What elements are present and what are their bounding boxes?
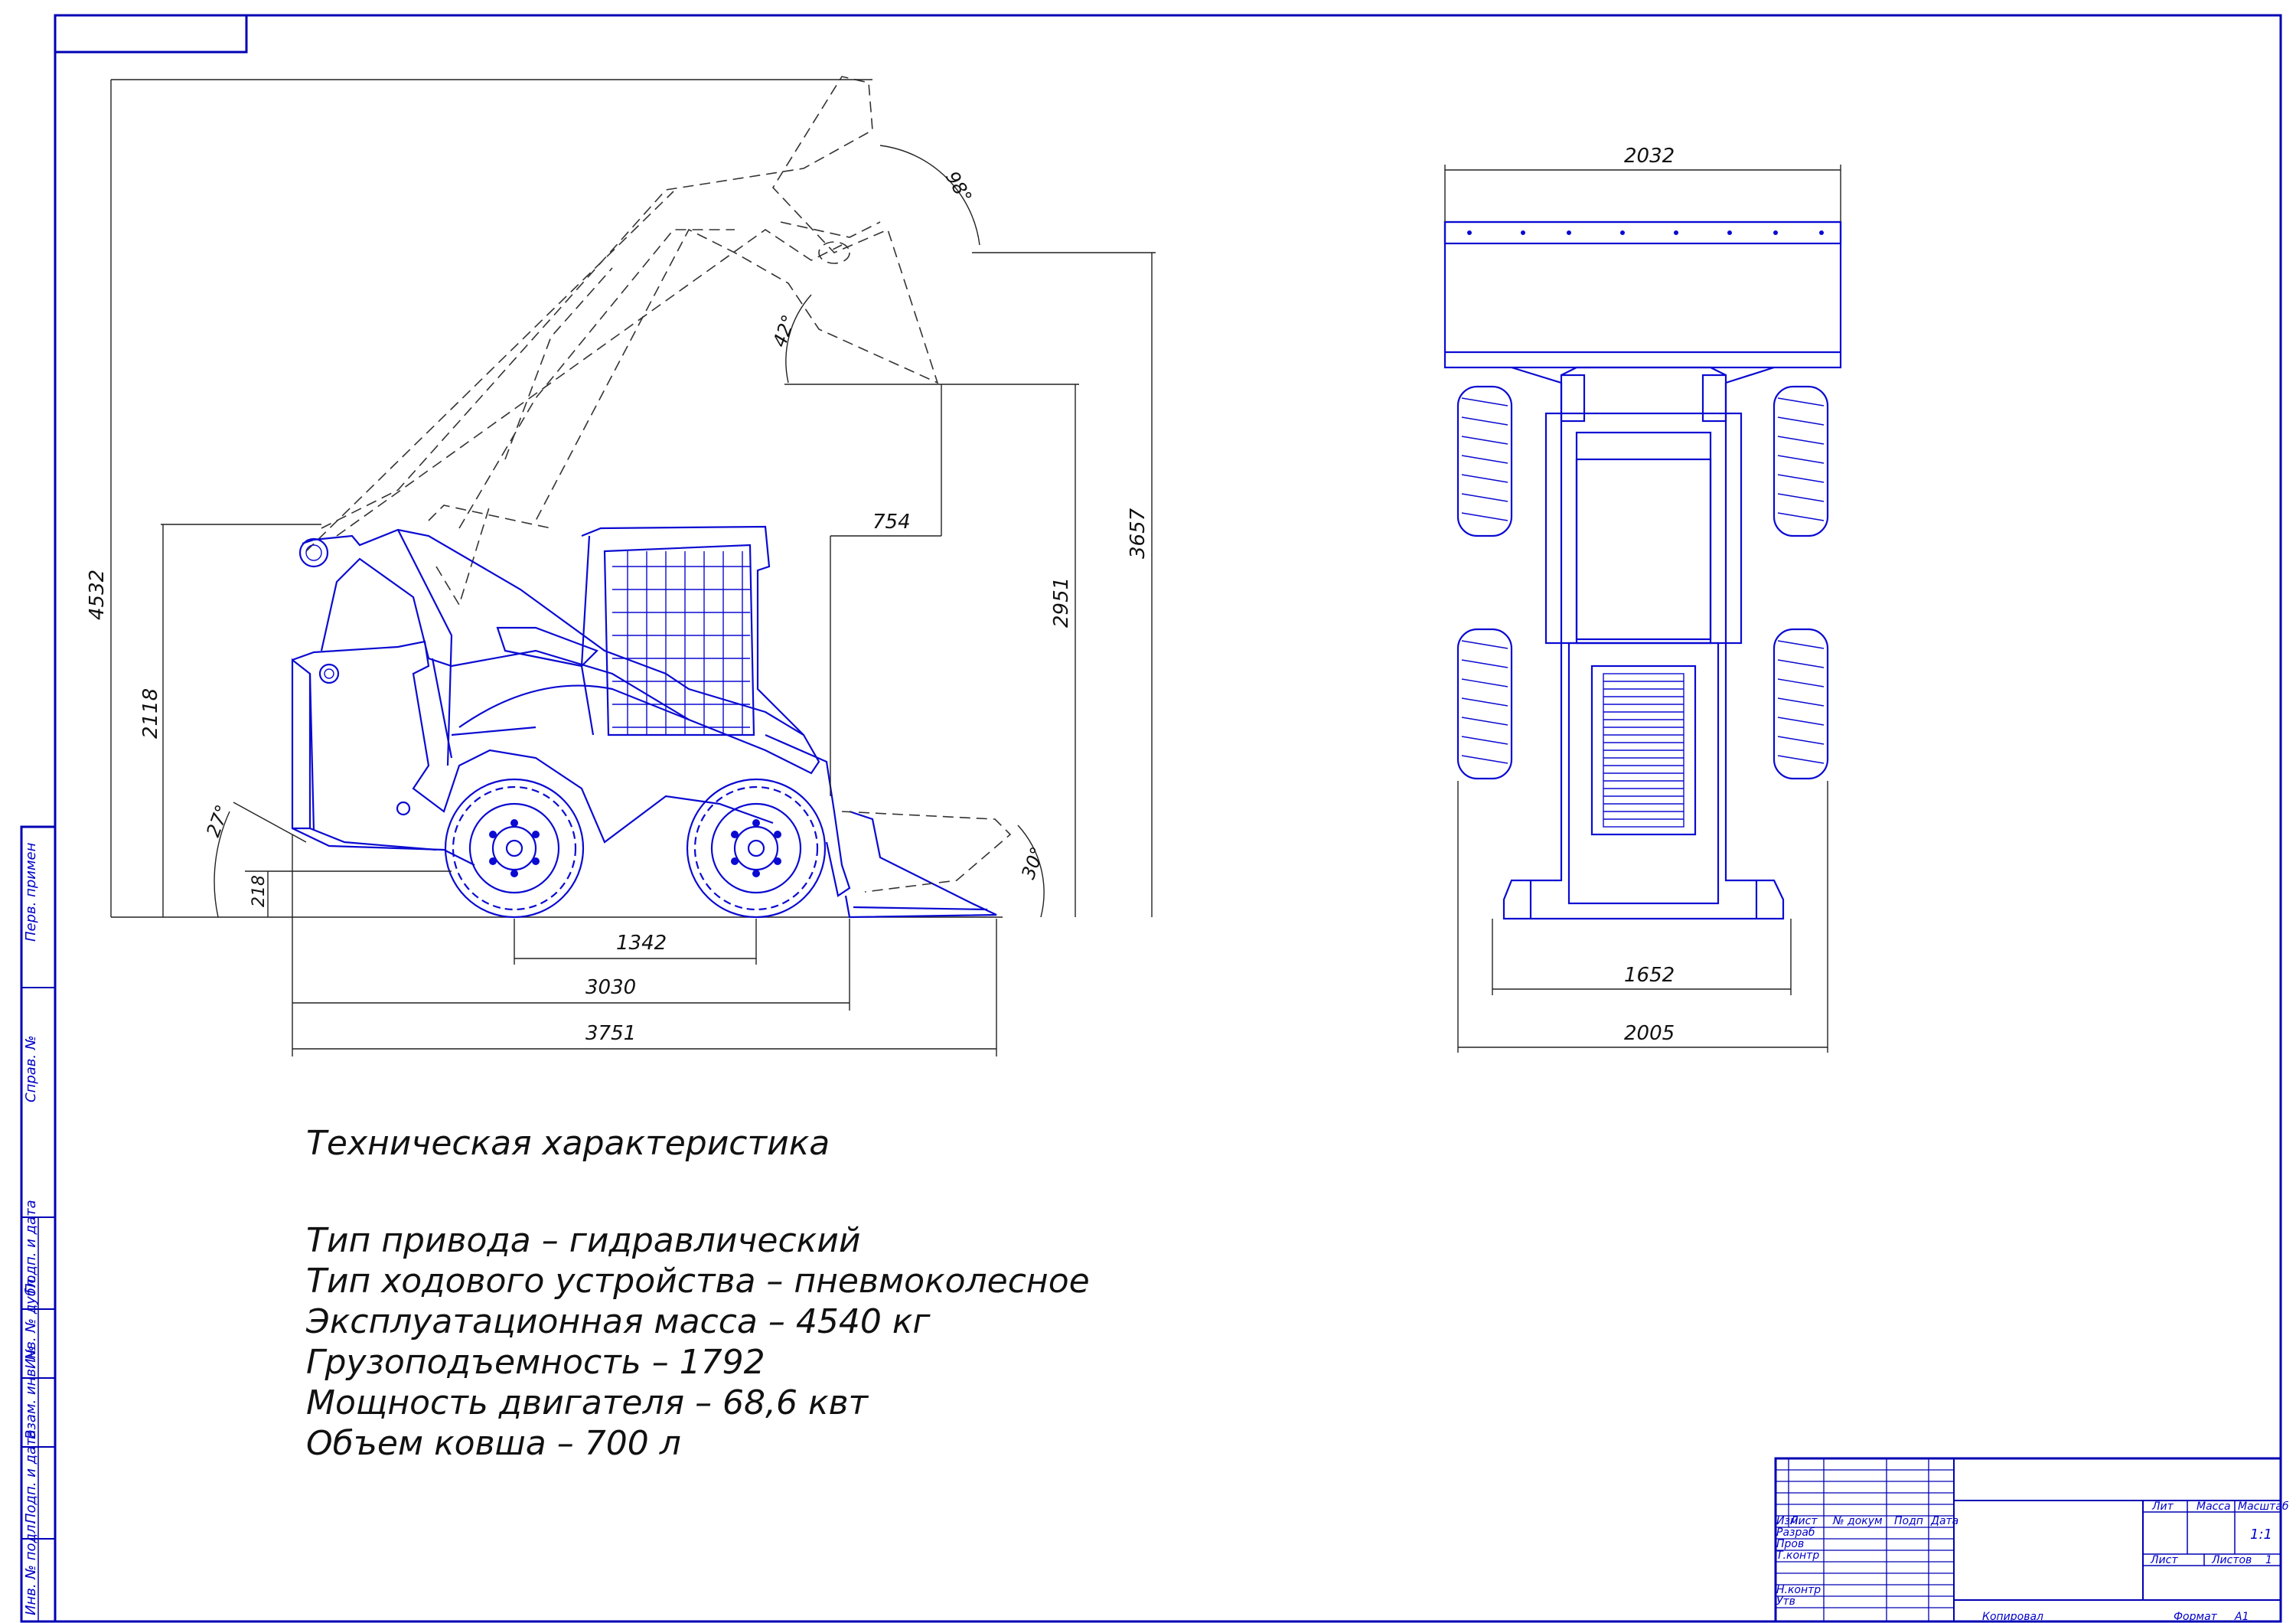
tb-copied: Копировал: [1982, 1611, 2043, 1623]
stamp-first-use: Перв. примен: [23, 842, 39, 942]
spec-line-bucket: Объем ковша – 700 л: [306, 1424, 681, 1463]
tb-scale: Масштаб: [2238, 1501, 2289, 1513]
dim-length-total: 3751: [585, 1022, 636, 1045]
tb-row-developer: Разраб: [1776, 1527, 1815, 1539]
technical-specs: Техническая характеристика Тип привода –…: [305, 1124, 1090, 1463]
tb-row-checker: Пров: [1776, 1538, 1804, 1550]
tb-format: Формат: [2174, 1611, 2218, 1623]
tb-scale-value: 1:1: [2250, 1527, 2272, 1543]
dim-reach: 754: [872, 511, 911, 534]
stamp-replace-inv: Взам. инв. №: [23, 1346, 39, 1439]
dim-wheelbase: 1342: [616, 932, 667, 955]
dim-bucket-angle: 30°: [1017, 844, 1049, 882]
stamp-ref-no: Справ. №: [23, 1035, 39, 1102]
title-block: Изм Лист № докум Подп Дата Разраб Пров Т…: [1774, 1457, 2289, 1623]
dim-height-overall: 2118: [139, 688, 162, 739]
tb-col-date: Дата: [1930, 1515, 1958, 1527]
tb-col-doc: № докум: [1832, 1515, 1883, 1527]
cab-grille: [612, 551, 750, 735]
radiator-grille: [1603, 673, 1684, 828]
front-wheel: [686, 778, 827, 919]
tb-mass: Масса: [2197, 1501, 2231, 1513]
dim-height-dump: 2951: [1050, 577, 1073, 628]
dim-height-pin: 3657: [1127, 508, 1150, 559]
dim-dump-angle: 98°: [941, 168, 977, 207]
dim-track-width: 1652: [1624, 964, 1675, 987]
dim-height-max: 4532: [86, 570, 109, 620]
spec-line-mass: Эксплуатационная масса – 4540 кг: [305, 1302, 931, 1341]
tb-col-list: Лист: [1789, 1515, 1818, 1527]
loader-body: [291, 525, 1012, 919]
spec-line-capacity: Грузоподъемность – 1792: [306, 1343, 765, 1382]
raised-position-outline: [305, 76, 939, 606]
spec-line-drive: Тип привода – гидравлический: [306, 1221, 860, 1260]
stamp-sign-date-2: Подп. и дата: [23, 1429, 39, 1523]
tb-format-value: A1: [2234, 1611, 2249, 1623]
tb-sheets-value: 1: [2265, 1554, 2272, 1566]
drawing-sheet: Перв. примен Справ. № Подп. и дата Инв. …: [20, 14, 2289, 1623]
tb-row-ncontrol: Н.контр: [1776, 1584, 1821, 1596]
dim-departure-angle: 27°: [202, 802, 233, 840]
rear-wheel: [444, 778, 585, 919]
tb-row-tcontrol: Т.контр: [1776, 1550, 1819, 1562]
tb-row-approved: Утв: [1776, 1595, 1795, 1608]
specs-title: Техническая характеристика: [306, 1124, 830, 1163]
dim-ground-clearance: 218: [249, 875, 269, 907]
dim-rollback-angle: 42°: [768, 312, 800, 350]
side-view: 4532 3657 2951 754 98° 42° 2118 218 27° …: [86, 76, 1156, 1056]
tb-sheet: Лист: [2150, 1554, 2178, 1566]
side-stamp-labels: Перв. примен Справ. № Подп. и дата Инв. …: [23, 842, 39, 1615]
dim-length-no-bucket: 3030: [585, 976, 636, 999]
dim-overall-width: 2005: [1624, 1022, 1675, 1045]
dim-bucket-width: 2032: [1624, 145, 1675, 168]
tb-col-sign: Подп: [1894, 1515, 1923, 1527]
top-view: 2032 1652 2005: [1443, 145, 1842, 1053]
spec-line-chassis: Тип ходового устройства – пневмоколесное: [306, 1262, 1090, 1301]
stamp-orig-inv: Инв. № подл.: [23, 1520, 39, 1615]
tb-lit: Лит: [2151, 1501, 2174, 1513]
spec-line-power: Мощность двигателя – 68,6 квт: [306, 1383, 869, 1422]
tb-sheets: Листов: [2211, 1554, 2252, 1566]
